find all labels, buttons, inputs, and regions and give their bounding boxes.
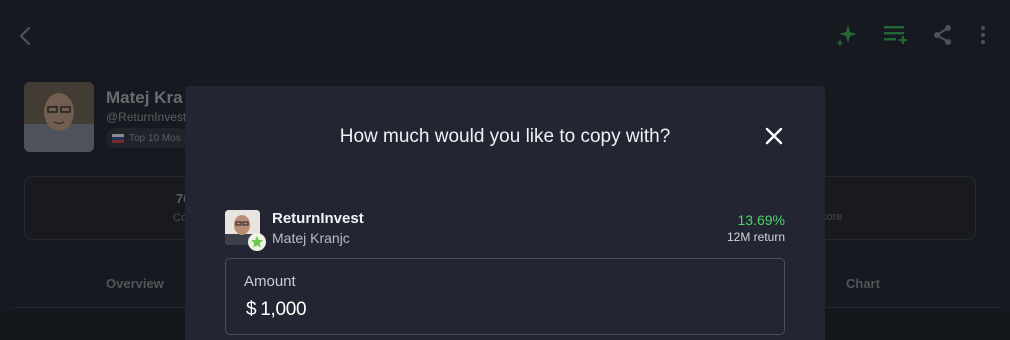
copy-trader-screen: Matej Kra @ReturnInvest Top 10 Mos 76 Co…	[0, 0, 1010, 340]
trader-username: ReturnInvest	[272, 210, 364, 227]
modal-title: How much would you like to copy with?	[339, 126, 671, 147]
trader-return-label: 12M return	[726, 230, 785, 244]
copy-amount-modal: How much would you like to copy with? Re…	[185, 86, 825, 340]
amount-label: Amount	[244, 273, 296, 290]
trader-return-value: 13.69%	[737, 212, 785, 228]
trader-summary: ReturnInvest Matej Kranjc 13.69% 12M ret…	[225, 210, 785, 251]
currency-symbol: $	[246, 299, 257, 320]
star-icon	[248, 233, 266, 251]
amount-value-row: $	[246, 299, 461, 321]
amount-input[interactable]	[260, 299, 461, 321]
trader-full-name: Matej Kranjc	[272, 230, 350, 246]
amount-field[interactable]: Amount $	[225, 258, 785, 335]
close-icon[interactable]	[763, 125, 785, 147]
